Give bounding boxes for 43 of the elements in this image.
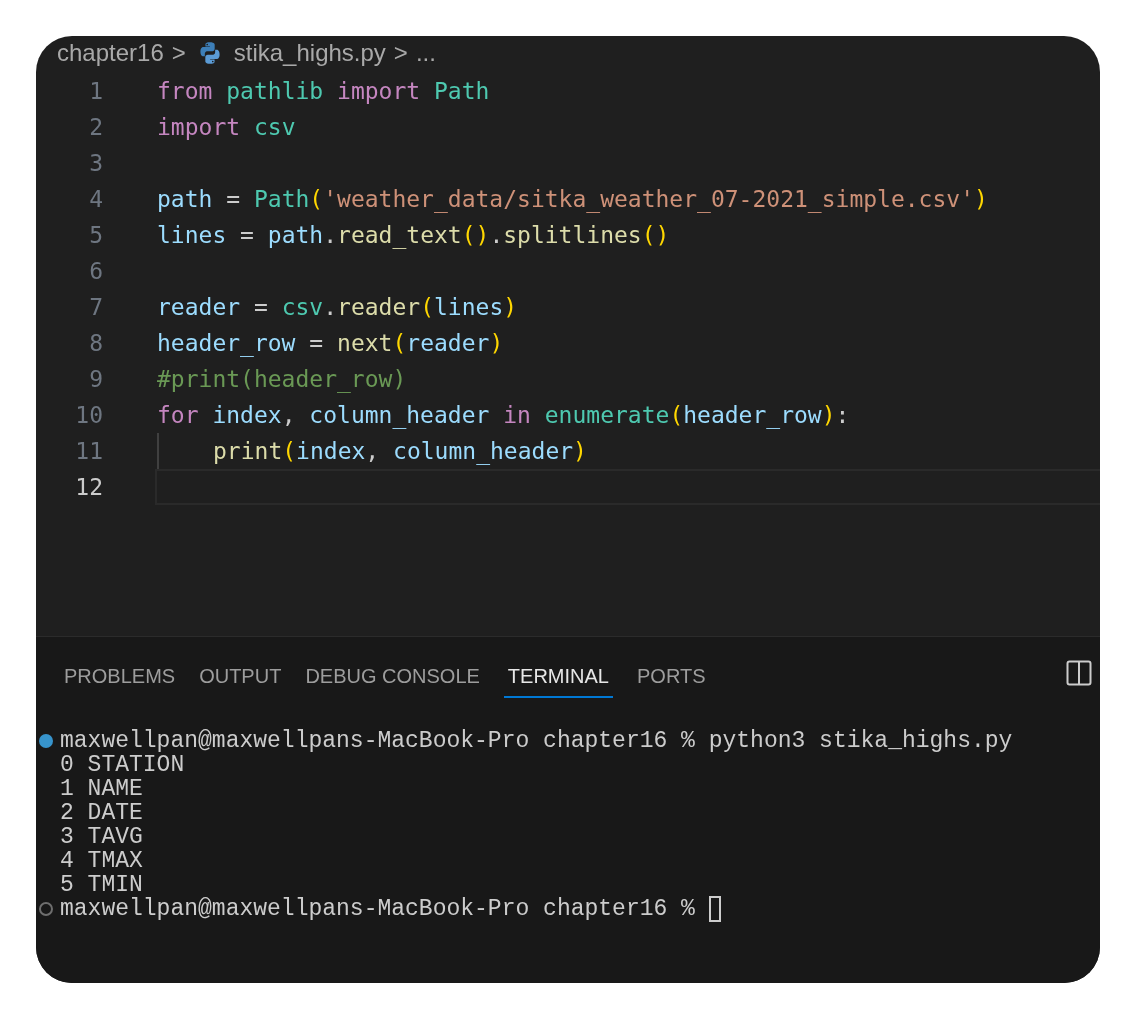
line-number: 7 (88, 294, 103, 320)
breadcrumb-more[interactable]: ... (415, 39, 436, 67)
terminal-line: 2 DATE (60, 800, 143, 826)
panel-tab[interactable]: PORTS (637, 654, 706, 698)
terminal-line: 5 TMIN (60, 872, 143, 898)
code-line: path = Path('weather_data/sitka_weather_07-2021_simple.csv') (157, 186, 988, 212)
breadcrumb-separator: > (171, 39, 186, 67)
line-number: 2 (88, 114, 103, 140)
panel-tab[interactable]: PROBLEMS (64, 654, 176, 698)
terminal-line: 0 STATION (60, 752, 185, 778)
breadcrumb-folder[interactable]: chapter16 (57, 39, 164, 67)
code-line: import csv (157, 114, 296, 140)
command-status-dot[interactable] (39, 734, 53, 748)
code-line: header_row = next(reader) (157, 330, 504, 356)
terminal-line: 4 TMAX (60, 848, 143, 874)
line-number: 12 (74, 474, 103, 500)
code-line: #print(header_row) (157, 366, 407, 392)
terminal-line: maxwellpan@maxwellpans-MacBook-Pro chapter16 % python3 stika_highs.py (60, 728, 1013, 754)
terminal-line: 3 TAVG (60, 824, 143, 850)
terminal-line: maxwellpan@maxwellpans-MacBook-Pro chapter16 % (60, 896, 695, 922)
line-number: 10 (74, 402, 103, 428)
terminal-line: 1 NAME (60, 776, 143, 802)
split-panel-icon[interactable] (1066, 660, 1092, 686)
line-number: 5 (88, 222, 103, 248)
panel-tab[interactable]: TERMINAL (503, 654, 613, 698)
code-line: for index, column_header in enumerate(header_row): (157, 402, 850, 428)
panel-tab[interactable]: DEBUG CONSOLE (305, 654, 480, 698)
line-number: 1 (88, 78, 103, 104)
code-line: from pathlib import Path (157, 78, 490, 104)
line-number: 6 (88, 258, 103, 284)
panel-tab[interactable]: OUTPUT (199, 654, 282, 698)
code-line: print(index, column_header) (213, 438, 587, 464)
code-line: lines = path.read_text().splitlines() (157, 222, 670, 248)
line-number: 4 (88, 186, 103, 212)
line-number: 11 (74, 438, 103, 464)
command-status-dot[interactable] (39, 902, 53, 916)
breadcrumb-separator: > (393, 39, 408, 67)
line-number: 8 (88, 330, 103, 356)
line-number: 3 (88, 150, 103, 176)
code-line: reader = csv.reader(lines) (157, 294, 518, 320)
line-number: 9 (88, 366, 103, 392)
breadcrumb-file[interactable]: stika_highs.py (233, 39, 386, 67)
python-file-icon (197, 41, 222, 65)
